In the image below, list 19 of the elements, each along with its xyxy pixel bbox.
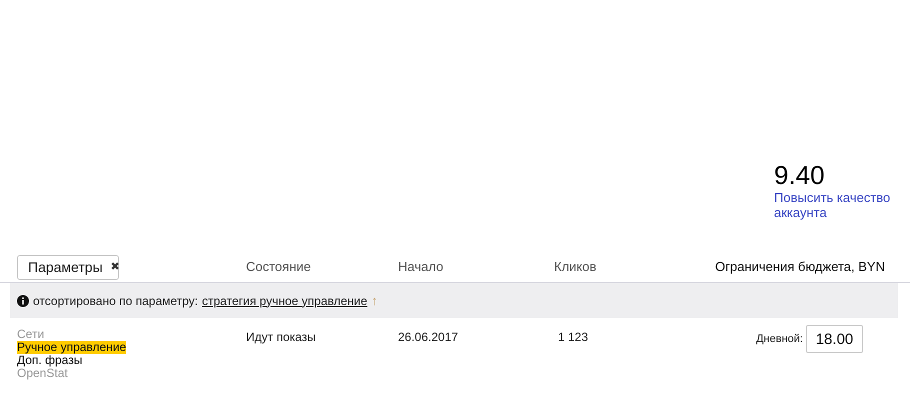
improve-quality-link[interactable]: Повысить качество аккаунта [774, 190, 899, 220]
column-header: Состояние [246, 258, 312, 276]
parameter-label: OpenStat [17, 367, 68, 380]
start-date-cell-text: 26.06.2017 [398, 329, 460, 346]
clicks-cell-text: 1 123 [558, 329, 590, 346]
sort-parameter-link[interactable]: стратегия ручное управление [202, 292, 368, 310]
parameters-filter-button[interactable]: Параметры ✖ [17, 254, 119, 280]
daily-budget-field[interactable]: 18.00 [806, 325, 863, 353]
sort-notice: отсортировано по параметру: [33, 292, 198, 310]
column-header: Начало [398, 258, 444, 276]
info-icon [17, 294, 29, 306]
parameter-label: Сети [17, 328, 44, 341]
column-header: Ограничения бюджета, BYN [714, 258, 885, 276]
parameter-label: Ручное управление [17, 341, 126, 354]
budget-label: Дневной: [756, 332, 803, 347]
column-header: Кликов [554, 258, 598, 276]
quality-score: 9.40 [774, 160, 826, 190]
parameter-label: Доп. фразы [17, 354, 82, 367]
status-cell-text: Идут показы [246, 329, 317, 346]
